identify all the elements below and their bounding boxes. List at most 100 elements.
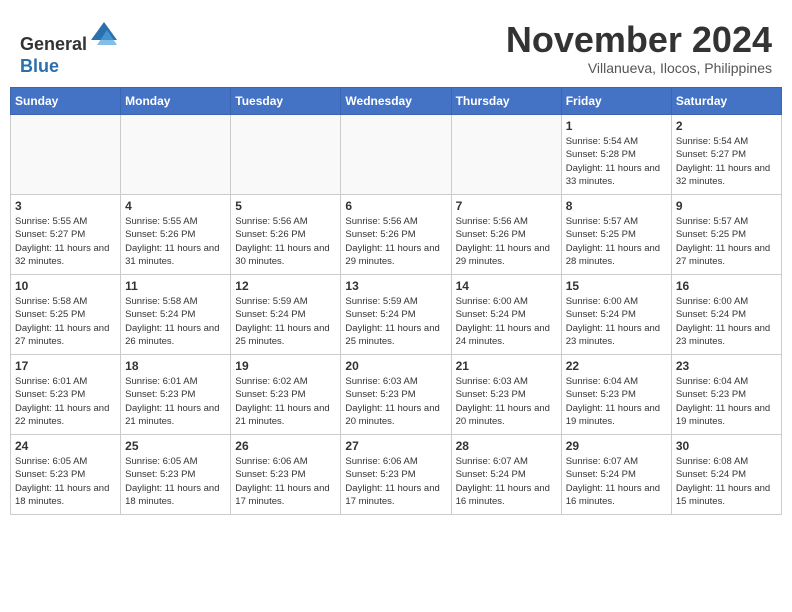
day-info: Sunrise: 6:00 AM Sunset: 5:24 PM Dayligh… [676,295,777,348]
day-number: 28 [456,439,557,453]
calendar-cell: 14Sunrise: 6:00 AM Sunset: 5:24 PM Dayli… [451,275,561,355]
weekday-header-wednesday: Wednesday [341,88,451,115]
day-info: Sunrise: 5:54 AM Sunset: 5:27 PM Dayligh… [676,135,777,188]
calendar-cell: 16 Sunrise: 6:00 AM Sunset: 5:24 PM Dayli… [671,275,781,355]
calendar-cell: 1 Sunrise: 5:54 AM Sunset: 5:28 PM Daylig… [561,115,671,195]
day-number: 14 [456,279,557,293]
day-info: Sunrise: 5:56 AM Sunset: 5:26 PM Dayligh… [235,215,336,268]
day-info: Sunrise: 5:58 AM Sunset: 5:25 PM Dayligh… [15,295,116,348]
day-info: Sunrise: 6:02 AM Sunset: 5:23 PM Dayligh… [235,375,336,428]
calendar-cell: 19 Sunrise: 6:02 AM Sunset: 5:23 PM Dayli… [231,355,341,435]
weekday-header-sunday: Sunday [11,88,121,115]
calendar-cell: 13 Sunrise: 5:59 AM Sunset: 5:24 PM Dayli… [341,275,451,355]
calendar-cell [451,115,561,195]
calendar-cell: 30Sunrise: 6:08 AM Sunset: 5:24 PM Dayli… [671,435,781,515]
day-number: 19 [235,359,336,373]
day-number: 1 [566,119,667,133]
day-number: 13 [345,279,446,293]
day-number: 7 [456,199,557,213]
day-info: Sunrise: 6:06 AM Sunset: 5:23 PM Dayligh… [345,455,446,508]
day-info: Sunrise: 5:59 AM Sunset: 5:24 PM Dayligh… [235,295,336,348]
day-info: Sunrise: 6:03 AM Sunset: 5:23 PM Dayligh… [456,375,557,428]
calendar-week-3: 10Sunrise: 5:58 AM Sunset: 5:25 PM Dayli… [11,275,782,355]
day-number: 20 [345,359,446,373]
day-number: 30 [676,439,777,453]
day-number: 15 [566,279,667,293]
day-info: Sunrise: 6:03 AM Sunset: 5:23 PM Dayligh… [345,375,446,428]
calendar-week-5: 24 Sunrise: 6:05 AM Sunset: 5:23 PM Dayli… [11,435,782,515]
calendar-cell: 9 Sunrise: 5:57 AM Sunset: 5:25 PM Daylig… [671,195,781,275]
page-header: General Blue November 2024 Villanueva, I… [10,10,782,82]
day-number: 29 [566,439,667,453]
day-number: 16 [676,279,777,293]
calendar-cell: 28 Sunrise: 6:07 AM Sunset: 5:24 PM Dayli… [451,435,561,515]
day-number: 22 [566,359,667,373]
day-info: Sunrise: 6:04 AM Sunset: 5:23 PM Dayligh… [566,375,667,428]
calendar-cell: 6Sunrise: 5:56 AM Sunset: 5:26 PM Daylig… [341,195,451,275]
calendar-cell: 21 Sunrise: 6:03 AM Sunset: 5:23 PM Dayli… [451,355,561,435]
calendar-cell: 2Sunrise: 5:54 AM Sunset: 5:27 PM Daylig… [671,115,781,195]
day-info: Sunrise: 6:07 AM Sunset: 5:24 PM Dayligh… [566,455,667,508]
day-number: 21 [456,359,557,373]
day-info: Sunrise: 5:54 AM Sunset: 5:28 PM Dayligh… [566,135,667,188]
day-info: Sunrise: 6:05 AM Sunset: 5:23 PM Dayligh… [125,455,226,508]
calendar-header-row: SundayMondayTuesdayWednesdayThursdayFrid… [11,88,782,115]
day-number: 27 [345,439,446,453]
calendar-cell: 25 Sunrise: 6:05 AM Sunset: 5:23 PM Dayli… [121,435,231,515]
day-number: 12 [235,279,336,293]
calendar-cell: 7 Sunrise: 5:56 AM Sunset: 5:26 PM Daylig… [451,195,561,275]
day-info: Sunrise: 5:58 AM Sunset: 5:24 PM Dayligh… [125,295,226,348]
day-info: Sunrise: 6:01 AM Sunset: 5:23 PM Dayligh… [125,375,226,428]
day-info: Sunrise: 5:56 AM Sunset: 5:26 PM Dayligh… [456,215,557,268]
day-number: 11 [125,279,226,293]
calendar-cell: 17Sunrise: 6:01 AM Sunset: 5:23 PM Dayli… [11,355,121,435]
day-number: 9 [676,199,777,213]
logo-general: General [20,34,87,54]
calendar-cell: 11 Sunrise: 5:58 AM Sunset: 5:24 PM Dayli… [121,275,231,355]
logo-icon [89,20,119,50]
calendar-week-4: 17Sunrise: 6:01 AM Sunset: 5:23 PM Dayli… [11,355,782,435]
month-title: November 2024 [506,20,772,60]
calendar-cell: 10Sunrise: 5:58 AM Sunset: 5:25 PM Dayli… [11,275,121,355]
calendar-body: 1 Sunrise: 5:54 AM Sunset: 5:28 PM Daylig… [11,115,782,515]
day-info: Sunrise: 5:55 AM Sunset: 5:27 PM Dayligh… [15,215,116,268]
day-info: Sunrise: 6:00 AM Sunset: 5:24 PM Dayligh… [566,295,667,348]
calendar-cell: 18 Sunrise: 6:01 AM Sunset: 5:23 PM Dayli… [121,355,231,435]
weekday-header-tuesday: Tuesday [231,88,341,115]
day-number: 25 [125,439,226,453]
day-info: Sunrise: 5:59 AM Sunset: 5:24 PM Dayligh… [345,295,446,348]
day-info: Sunrise: 5:55 AM Sunset: 5:26 PM Dayligh… [125,215,226,268]
day-info: Sunrise: 6:06 AM Sunset: 5:23 PM Dayligh… [235,455,336,508]
calendar-cell: 15 Sunrise: 6:00 AM Sunset: 5:24 PM Dayli… [561,275,671,355]
calendar-cell [231,115,341,195]
location: Villanueva, Ilocos, Philippines [506,60,772,76]
day-info: Sunrise: 6:07 AM Sunset: 5:24 PM Dayligh… [456,455,557,508]
day-info: Sunrise: 6:01 AM Sunset: 5:23 PM Dayligh… [15,375,116,428]
calendar-cell: 29 Sunrise: 6:07 AM Sunset: 5:24 PM Dayli… [561,435,671,515]
title-area: November 2024 Villanueva, Ilocos, Philip… [506,20,772,76]
calendar-cell: 27 Sunrise: 6:06 AM Sunset: 5:23 PM Dayli… [341,435,451,515]
logo: General Blue [20,20,119,77]
day-info: Sunrise: 5:57 AM Sunset: 5:25 PM Dayligh… [676,215,777,268]
day-info: Sunrise: 6:04 AM Sunset: 5:23 PM Dayligh… [676,375,777,428]
weekday-header-monday: Monday [121,88,231,115]
calendar-week-1: 1 Sunrise: 5:54 AM Sunset: 5:28 PM Daylig… [11,115,782,195]
calendar-cell: 20 Sunrise: 6:03 AM Sunset: 5:23 PM Dayli… [341,355,451,435]
day-number: 8 [566,199,667,213]
calendar-cell: 22 Sunrise: 6:04 AM Sunset: 5:23 PM Dayli… [561,355,671,435]
calendar-cell: 8 Sunrise: 5:57 AM Sunset: 5:25 PM Daylig… [561,195,671,275]
day-number: 23 [676,359,777,373]
logo-blue: Blue [20,56,59,76]
day-info: Sunrise: 5:57 AM Sunset: 5:25 PM Dayligh… [566,215,667,268]
calendar-cell: 26 Sunrise: 6:06 AM Sunset: 5:23 PM Dayli… [231,435,341,515]
calendar-cell: 12 Sunrise: 5:59 AM Sunset: 5:24 PM Dayli… [231,275,341,355]
day-number: 24 [15,439,116,453]
day-number: 26 [235,439,336,453]
calendar-cell: 3Sunrise: 5:55 AM Sunset: 5:27 PM Daylig… [11,195,121,275]
weekday-header-friday: Friday [561,88,671,115]
calendar-cell: 5Sunrise: 5:56 AM Sunset: 5:26 PM Daylig… [231,195,341,275]
day-info: Sunrise: 6:05 AM Sunset: 5:23 PM Dayligh… [15,455,116,508]
day-number: 4 [125,199,226,213]
day-number: 18 [125,359,226,373]
day-number: 6 [345,199,446,213]
